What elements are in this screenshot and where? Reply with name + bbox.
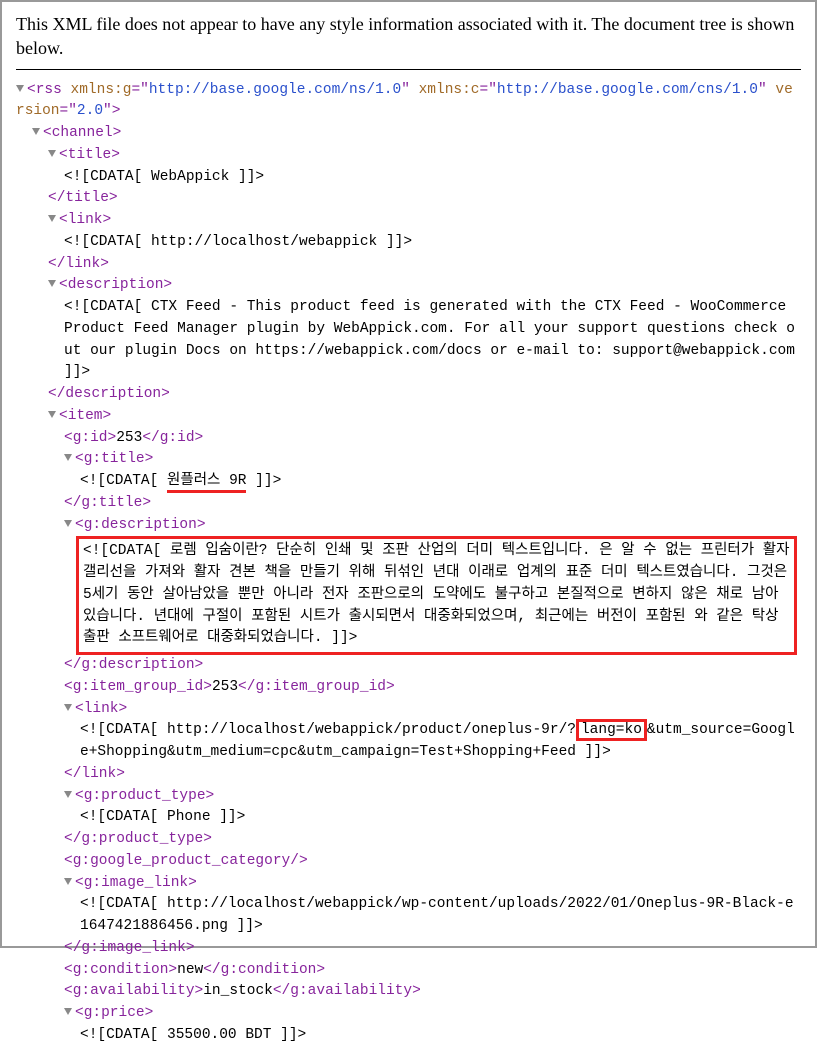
g-product-type-close: </g:product_type> bbox=[16, 829, 801, 851]
g-item-group-id: <g:item_group_id>253</g:item_group_id> bbox=[16, 677, 801, 699]
g-description-cdata: <![CDATA[ 로렘 입숨이란? 단순히 인쇄 및 조판 산업의 더미 텍스… bbox=[83, 543, 789, 646]
title-cdata: <![CDATA[ WebAppick ]]> bbox=[16, 167, 801, 189]
xml-tree: <rss xmlns:g="http://base.google.com/ns/… bbox=[16, 80, 801, 1047]
caret-icon[interactable] bbox=[48, 215, 56, 222]
g-title-cdata: <![CDATA[ 원플러스 9R ]]> bbox=[16, 471, 801, 493]
description-close: </description> bbox=[16, 384, 801, 406]
g-id: <g:id>253</g:id> bbox=[16, 428, 801, 450]
link-close: </link> bbox=[16, 254, 801, 276]
channel-open[interactable]: <channel> bbox=[16, 123, 801, 145]
highlight-description-box: <![CDATA[ 로렘 입숨이란? 단순히 인쇄 및 조판 산업의 더미 텍스… bbox=[76, 536, 797, 655]
caret-icon[interactable] bbox=[48, 280, 56, 287]
g-google-product-category: <g:google_product_category/> bbox=[16, 851, 801, 873]
caret-icon[interactable] bbox=[32, 128, 40, 135]
item-link-close: </link> bbox=[16, 764, 801, 786]
g-condition: <g:condition>new</g:condition> bbox=[16, 960, 801, 982]
g-availability: <g:availability>in_stock</g:availability… bbox=[16, 981, 801, 1003]
caret-icon[interactable] bbox=[64, 454, 72, 461]
description-cdata: <![CDATA[ CTX Feed - This product feed i… bbox=[16, 297, 801, 384]
item-link-cdata: <![CDATA[ http://localhost/webappick/pro… bbox=[16, 720, 801, 764]
caret-icon[interactable] bbox=[64, 878, 72, 885]
g-image-link-cdata: <![CDATA[ http://localhost/webappick/wp-… bbox=[16, 894, 801, 938]
link-open[interactable]: <link> bbox=[16, 210, 801, 232]
rss-open[interactable]: <rss xmlns:g="http://base.google.com/ns/… bbox=[16, 80, 801, 124]
item-link-open[interactable]: <link> bbox=[16, 699, 801, 721]
g-image-link-open[interactable]: <g:image_link> bbox=[16, 873, 801, 895]
g-title-close: </g:title> bbox=[16, 493, 801, 515]
caret-icon[interactable] bbox=[64, 1008, 72, 1015]
g-image-link-close: </g:image_link> bbox=[16, 938, 801, 960]
g-price-cdata: <![CDATA[ 35500.00 BDT ]]> bbox=[16, 1025, 801, 1047]
description-open[interactable]: <description> bbox=[16, 275, 801, 297]
title-close: </title> bbox=[16, 188, 801, 210]
g-price-open[interactable]: <g:price> bbox=[16, 1003, 801, 1025]
caret-icon[interactable] bbox=[64, 704, 72, 711]
caret-icon[interactable] bbox=[16, 85, 24, 92]
g-product-type-cdata: <![CDATA[ Phone ]]> bbox=[16, 807, 801, 829]
caret-icon[interactable] bbox=[64, 520, 72, 527]
link-cdata: <![CDATA[ http://localhost/webappick ]]> bbox=[16, 232, 801, 254]
highlight-lang-param: lang=ko bbox=[576, 719, 647, 741]
caret-icon[interactable] bbox=[64, 791, 72, 798]
g-description-open[interactable]: <g:description> bbox=[16, 515, 801, 537]
item-open[interactable]: <item> bbox=[16, 406, 801, 428]
caret-icon[interactable] bbox=[48, 150, 56, 157]
g-title-open[interactable]: <g:title> bbox=[16, 449, 801, 471]
g-product-type-open[interactable]: <g:product_type> bbox=[16, 786, 801, 808]
xml-notice: This XML file does not appear to have an… bbox=[16, 12, 801, 61]
notice-separator bbox=[16, 69, 801, 70]
caret-icon[interactable] bbox=[48, 411, 56, 418]
title-open[interactable]: <title> bbox=[16, 145, 801, 167]
g-description-close: </g:description> bbox=[16, 655, 801, 677]
highlight-title: 원플러스 9R bbox=[167, 473, 246, 493]
